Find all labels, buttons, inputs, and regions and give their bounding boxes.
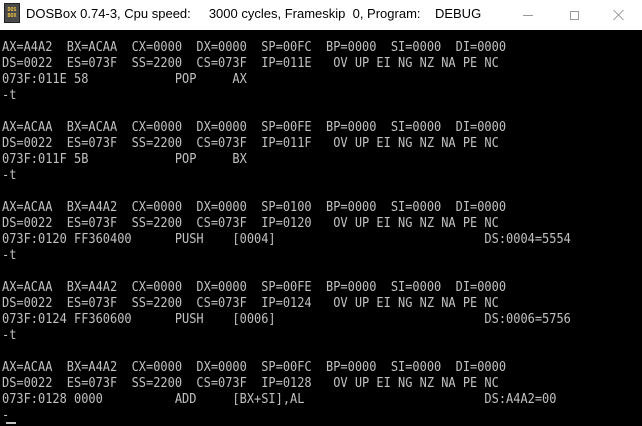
console-line: 073F:0124 FF360600 PUSH [0006] DS:0006=5… (2, 312, 571, 327)
console-line: AX=ACAA BX=ACAA CX=0000 DX=0000 SP=00FE … (2, 120, 507, 135)
console-line: 073F:0120 FF360400 PUSH [0004] DS:0004=5… (2, 232, 571, 247)
console-line: -t (2, 168, 17, 183)
maximize-icon (569, 10, 579, 20)
console-line: -t (2, 328, 17, 343)
close-button[interactable] (596, 0, 642, 30)
console-line: AX=ACAA BX=A4A2 CX=0000 DX=0000 SP=00FC … (2, 360, 507, 375)
close-icon (613, 9, 625, 21)
console-line: DS=0022 ES=073F SS=2200 CS=073F IP=0128 … (2, 376, 499, 391)
console-line: 073F:011E 58 POP AX (2, 72, 247, 87)
minimize-icon (523, 14, 533, 16)
console-line: -t (2, 88, 17, 103)
console-line: AX=ACAA BX=A4A2 CX=0000 DX=0000 SP=0100 … (2, 200, 507, 215)
console-line: DS=0022 ES=073F SS=2200 CS=073F IP=011F … (2, 136, 499, 151)
text-cursor (6, 422, 16, 424)
maximize-button[interactable] (551, 0, 597, 30)
console-line: DS=0022 ES=073F SS=2200 CS=073F IP=0124 … (2, 296, 499, 311)
window-title: DOSBox 0.74-3, Cpu speed: 3000 cycles, F… (26, 6, 482, 21)
console-line: DS=0022 ES=073F SS=2200 CS=073F IP=011E … (2, 56, 499, 71)
icon-text-bottom: BOX (7, 13, 17, 19)
console-line: -t (2, 248, 17, 263)
console-line: DS=0022 ES=073F SS=2200 CS=073F IP=0120 … (2, 216, 499, 231)
dos-console[interactable]: AX=A4A2 BX=ACAA CX=0000 DX=0000 SP=00FC … (0, 40, 642, 426)
console-line: AX=ACAA BX=A4A2 CX=0000 DX=0000 SP=00FE … (2, 280, 507, 295)
dosbox-icon[interactable]: DOS BOX (4, 3, 20, 23)
dosbox-window: DOS BOX DOSBox 0.74-3, Cpu speed: 3000 c… (0, 0, 642, 426)
console-line: AX=A4A2 BX=ACAA CX=0000 DX=0000 SP=00FC … (2, 40, 507, 55)
console-line: 073F:0128 0000 ADD [BX+SI],AL DS:A4A2=00 (2, 392, 557, 407)
console-line: 073F:011F 5B POP BX (2, 152, 247, 167)
minimize-button[interactable] (505, 0, 551, 30)
title-bar[interactable]: DOS BOX DOSBox 0.74-3, Cpu speed: 3000 c… (0, 0, 642, 30)
